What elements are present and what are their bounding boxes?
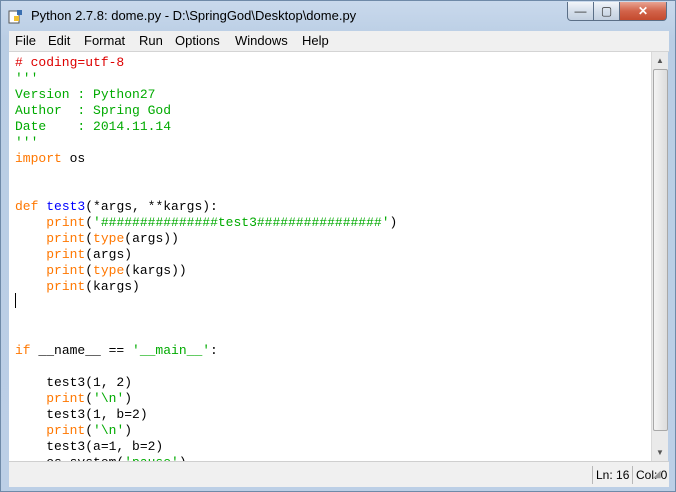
code-token-plain: ( xyxy=(85,215,94,230)
menu-file[interactable]: File xyxy=(15,33,36,48)
code-token-plain: (*args, **kargs): xyxy=(85,199,218,214)
status-bar: Ln: 16 Col: 0 xyxy=(9,461,669,487)
code-token-plain: __name__ == xyxy=(30,343,133,358)
code-token-string: Date : 2014.11.14 xyxy=(15,119,172,134)
menu-windows[interactable]: Windows xyxy=(235,33,288,48)
code-token-string: '###############test3################' xyxy=(93,215,390,230)
code-token-plain: test3(a=1, b=2) xyxy=(15,439,164,454)
code-line: test3(1, b=2) xyxy=(15,407,148,423)
code-line: print('\n') xyxy=(15,391,132,407)
code-token-string: ''' xyxy=(15,71,39,86)
vertical-scrollbar[interactable]: ▲ ▼ xyxy=(651,52,668,461)
maximize-button[interactable]: ▢ xyxy=(593,2,620,21)
code-token-plain: (kargs)) xyxy=(124,263,187,278)
code-line: print('###############test3#############… xyxy=(15,215,397,231)
code-token-string: ''' xyxy=(15,135,39,150)
code-line: print(args) xyxy=(15,247,132,263)
code-token-plain: ) xyxy=(124,391,133,406)
code-line: # coding=utf-8 xyxy=(15,55,124,71)
code-token-plain: (kargs) xyxy=(85,279,140,294)
python-idle-icon[interactable] xyxy=(8,8,24,24)
code-token-keyword: print xyxy=(46,423,86,438)
scroll-up-arrow-icon[interactable]: ▲ xyxy=(652,52,668,69)
menu-format[interactable]: Format xyxy=(84,33,125,48)
code-token-keyword: print xyxy=(46,215,86,230)
code-token-keyword: print xyxy=(46,391,86,406)
idle-editor-window: Python 2.7.8: dome.py - D:\SpringGod\Des… xyxy=(0,0,676,492)
code-token-string: '\n' xyxy=(93,423,125,438)
code-token-plain: : xyxy=(210,343,218,358)
menu-help[interactable]: Help xyxy=(302,33,329,48)
code-token-string: Author : Spring God xyxy=(15,103,172,118)
code-token-keyword: type xyxy=(93,263,125,278)
code-line: test3(1, 2) xyxy=(15,375,132,391)
menu-bar: File Edit Format Run Options Windows Hel… xyxy=(9,31,669,52)
code-line: print('\n') xyxy=(15,423,132,439)
menu-run[interactable]: Run xyxy=(139,33,163,48)
scroll-thumb[interactable] xyxy=(653,69,668,431)
code-token-plain: ( xyxy=(85,263,94,278)
minimize-button[interactable]: — xyxy=(567,2,594,21)
code-token-keyword: print xyxy=(46,263,86,278)
code-token-string: '\n' xyxy=(93,391,125,406)
status-line: Ln: 16 xyxy=(592,466,632,484)
code-token-plain: test3(1, b=2) xyxy=(15,407,148,422)
code-token-plain: ) xyxy=(124,423,133,438)
code-line: if __name__ == '__main__': xyxy=(15,343,218,359)
code-token-keyword: print xyxy=(46,279,86,294)
code-line: print(kargs) xyxy=(15,279,140,295)
menu-options[interactable]: Options xyxy=(175,33,220,48)
code-editor[interactable]: # coding=utf-8 ''' Version : Python27 Autho… xyxy=(9,52,651,461)
code-token-string: Version : Python27 xyxy=(15,87,156,102)
code-token-keyword: type xyxy=(93,231,125,246)
code-line: Version : Python27 xyxy=(15,87,155,103)
code-token-definition: test3 xyxy=(46,199,86,214)
code-token-plain: (args)) xyxy=(124,231,179,246)
code-token-plain: test3(1, 2) xyxy=(15,375,133,390)
code-line: print(type(args)) xyxy=(15,231,179,247)
code-line: Author : Spring God xyxy=(15,103,171,119)
code-token-keyword: def xyxy=(15,199,39,214)
code-token-string: '__main__' xyxy=(132,343,211,358)
code-token-plain: (args) xyxy=(85,247,133,262)
code-token-plain: ( xyxy=(85,231,94,246)
code-token-plain: ) xyxy=(389,215,398,230)
code-token-plain: ( xyxy=(85,423,94,438)
code-token-keyword: import xyxy=(15,151,62,166)
code-line: ''' xyxy=(15,135,38,151)
code-token-keyword: print xyxy=(46,247,86,262)
code-line: Date : 2014.11.14 xyxy=(15,119,171,135)
code-token-plain: ( xyxy=(85,391,94,406)
title-bar[interactable]: Python 2.7.8: dome.py - D:\SpringGod\Des… xyxy=(1,1,675,31)
code-line: def test3(*args, **kargs): xyxy=(15,199,218,215)
code-token-comment: # coding=utf-8 xyxy=(15,55,125,70)
scroll-down-arrow-icon[interactable]: ▼ xyxy=(652,444,668,461)
resize-grip-icon[interactable]: ◢ xyxy=(653,469,665,483)
close-button[interactable]: ✕ xyxy=(619,2,667,21)
code-line: print(type(kargs)) xyxy=(15,263,187,279)
code-token-plain: os xyxy=(61,151,86,166)
code-token-keyword: print xyxy=(46,231,86,246)
code-token-keyword: if xyxy=(15,343,31,358)
window-title: Python 2.7.8: dome.py - D:\SpringGod\Des… xyxy=(31,8,357,23)
code-line: import os xyxy=(15,151,85,167)
code-line: test3(a=1, b=2) xyxy=(15,439,163,455)
code-line: ''' xyxy=(15,71,38,87)
text-cursor xyxy=(15,293,16,308)
menu-edit[interactable]: Edit xyxy=(48,33,70,48)
